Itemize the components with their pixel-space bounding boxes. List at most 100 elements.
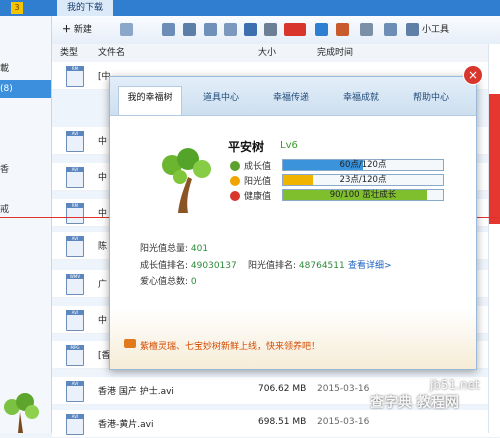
- tool-icon[interactable]: [336, 23, 349, 36]
- right-panel-edge: [488, 44, 500, 433]
- new-button[interactable]: ＋ 新建: [62, 23, 92, 37]
- sunshine-rank-label: 阳光值排名:: [248, 261, 297, 271]
- ad-block: [489, 94, 500, 224]
- watermark-line1: 查字典 教程网: [370, 395, 459, 411]
- details-link[interactable]: 查看详细>: [348, 258, 392, 271]
- sunshine-total-label: 阳光值总量:: [140, 244, 189, 254]
- file-icon: AVI: [66, 131, 84, 152]
- window-icon[interactable]: [384, 23, 397, 36]
- sunshine-value: 23点/120点: [339, 175, 387, 185]
- love-total-value: 0: [190, 277, 197, 287]
- notice-text[interactable]: 紫檀灵瑞、七宝妙树新鲜上线，快来领养吧！: [140, 339, 320, 352]
- tab-help[interactable]: 帮助中心: [402, 87, 460, 115]
- notification-badge: 3: [11, 2, 23, 14]
- tools-button[interactable]: 小工具: [422, 23, 449, 37]
- file-size: 698.51 MB: [258, 417, 307, 427]
- sunshine-bar: 23点/120点: [282, 174, 444, 186]
- file-type: RM: [66, 203, 84, 208]
- growth-rank: 成长值排名: 49030137: [140, 258, 237, 271]
- file-name: 中: [98, 173, 108, 183]
- header-type[interactable]: 类型: [60, 44, 78, 62]
- sun-icon: [230, 176, 240, 186]
- file-type: AVI: [66, 167, 84, 172]
- tab-achievements[interactable]: 幸福成就: [330, 87, 392, 115]
- sort-icon[interactable]: [224, 23, 237, 36]
- growth-bar: 60点/120点: [282, 159, 444, 171]
- sidebar-item-1[interactable]: (8): [0, 80, 51, 98]
- move-icon[interactable]: [204, 23, 217, 36]
- tree-icon: [4, 393, 39, 433]
- sunshine-label: 阳光值: [244, 177, 272, 187]
- toolbar: ＋ 新建 小工具: [52, 16, 500, 45]
- tab-happy-pass[interactable]: 幸福传递: [260, 87, 322, 115]
- sunshine-rank-value: 48764511: [298, 261, 345, 271]
- love-total-label: 爱心值总数:: [140, 277, 189, 287]
- table-row[interactable]: AVI 香港-黄片.avi 698.51 MB 2015-03-16: [52, 410, 500, 438]
- close-icon[interactable]: ×: [464, 66, 482, 84]
- tab-my-downloads[interactable]: 我的下载: [57, 0, 114, 16]
- dialog-tabs: 我的幸福树 道具中心 幸福传递 幸福成就 帮助中心: [110, 77, 476, 116]
- leaf-icon: [230, 161, 240, 171]
- file-name: 香港 国产 护士.avi: [98, 387, 174, 397]
- header-time[interactable]: 完成时间: [317, 44, 353, 62]
- file-size: 706.62 MB: [258, 384, 307, 394]
- file-icon: AVI: [66, 167, 84, 188]
- file-type: AVI: [66, 236, 84, 241]
- window-topbar: 3 我的下载: [0, 0, 500, 16]
- globe-icon[interactable]: [315, 23, 328, 36]
- health-label: 健康值: [244, 192, 272, 202]
- vip-icon[interactable]: [284, 23, 306, 36]
- file-icon: RM: [66, 203, 84, 224]
- sunshine-rank: 阳光值排名: 48764511: [248, 258, 345, 271]
- file-name: 香港-黄片.avi: [98, 420, 154, 430]
- file-type: RM: [66, 66, 84, 71]
- tab-my-tree[interactable]: 我的幸福树: [118, 86, 182, 115]
- sidebar-item-0[interactable]: 載: [0, 60, 51, 78]
- file-date: 2015-03-16: [317, 384, 370, 394]
- megaphone-icon: [124, 339, 136, 348]
- growth-rank-label: 成长值排名:: [140, 261, 189, 271]
- file-icon: WMV: [66, 274, 84, 295]
- happy-tree-dialog: 我的幸福树 道具中心 幸福传递 幸福成就 帮助中心 平安树 Lv6 成长值 60…: [109, 76, 477, 370]
- growth-rank-value: 49030137: [190, 261, 237, 271]
- tree-name: 平安树: [228, 140, 265, 154]
- file-name: 广: [98, 280, 108, 290]
- tools-icon[interactable]: [406, 23, 419, 36]
- gear-icon[interactable]: [264, 23, 277, 36]
- header-size[interactable]: 大小: [258, 44, 276, 62]
- file-type: AVI: [66, 381, 84, 386]
- list-header: 类型 文件名 大小 完成时间: [52, 44, 500, 63]
- watermark-line2: jb51.net: [430, 378, 480, 392]
- file-type: MPG: [66, 345, 84, 350]
- header-filename[interactable]: 文件名: [98, 44, 125, 62]
- grid-icon[interactable]: [162, 23, 175, 36]
- file-icon: AVI: [66, 381, 84, 402]
- new-label: 新建: [73, 25, 92, 35]
- file-type: AVI: [66, 131, 84, 136]
- file-date: 2015-03-16: [317, 417, 370, 427]
- health-value: 90/100 茁壮成长: [329, 190, 397, 200]
- folder-icon[interactable]: [183, 23, 196, 36]
- sunshine-total: 阳光值总量: 401: [140, 241, 208, 254]
- file-icon: RM: [66, 66, 84, 87]
- growth-label: 成长值: [244, 162, 272, 172]
- growth-value: 60点/120点: [339, 160, 387, 170]
- file-icon: AVI: [66, 414, 84, 435]
- plus-icon: ＋: [62, 25, 72, 35]
- tree-level: Lv6: [280, 140, 298, 151]
- file-name: 中: [98, 316, 108, 326]
- share-icon[interactable]: [360, 23, 373, 36]
- tab-item-center[interactable]: 道具中心: [192, 87, 250, 115]
- file-name: 中: [98, 137, 108, 147]
- tree-icon: [162, 148, 211, 213]
- file-type: AVI: [66, 310, 84, 315]
- health-bar: 90/100 茁壮成长: [282, 189, 444, 201]
- file-icon: AVI: [66, 236, 84, 257]
- file-icon: MPG: [66, 345, 84, 366]
- sidebar-item-2[interactable]: 香: [0, 161, 51, 179]
- list-icon[interactable]: [120, 23, 133, 36]
- search-icon[interactable]: [244, 23, 257, 36]
- sidebar: 載 (8) 香 戒: [0, 16, 52, 433]
- file-icon: AVI: [66, 310, 84, 331]
- file-type: AVI: [66, 414, 84, 419]
